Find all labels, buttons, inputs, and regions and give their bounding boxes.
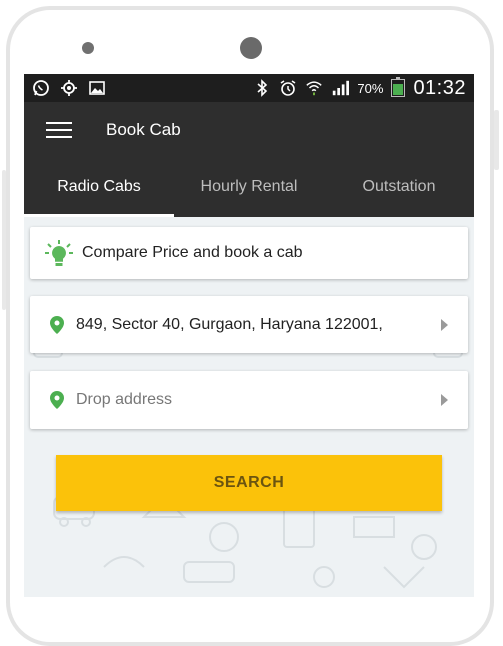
compare-price-card[interactable]: Compare Price and book a cab	[30, 227, 468, 279]
hamburger-menu-icon[interactable]	[46, 121, 72, 138]
pickup-address-field[interactable]: 849, Sector 40, Gurgaon, Haryana 122001,	[30, 296, 468, 353]
drop-address-field[interactable]: Drop address	[30, 371, 468, 429]
page-title: Book Cab	[106, 119, 181, 139]
phone-speaker	[82, 42, 94, 54]
chevron-right-icon	[441, 318, 448, 331]
signal-icon	[331, 79, 350, 97]
phone-camera	[240, 37, 262, 59]
battery-icon	[391, 77, 406, 97]
location-pin-icon	[50, 391, 64, 409]
lightbulb-icon	[44, 238, 74, 268]
alarm-icon	[279, 79, 297, 97]
phone-side-button-left	[2, 170, 6, 310]
whatsapp-icon	[32, 79, 50, 97]
drop-address-placeholder: Drop address	[76, 391, 173, 408]
app-toolbar: Book Cab	[24, 102, 474, 157]
phone-side-button-right	[494, 110, 499, 170]
pickup-address-value: 849, Sector 40, Gurgaon, Haryana 122001,	[76, 315, 383, 333]
search-button[interactable]: SEARCH	[56, 455, 442, 511]
bluetooth-icon	[253, 79, 271, 97]
wifi-icon	[305, 79, 323, 97]
gps-icon	[60, 79, 78, 97]
clock: 01:32	[413, 76, 466, 99]
tab-radio-cabs[interactable]: Radio Cabs	[24, 157, 174, 217]
tab-hourly-rental[interactable]: Hourly Rental	[174, 157, 324, 217]
booking-form: Compare Price and book a cab 849, Sector…	[24, 217, 474, 597]
compare-price-label: Compare Price and book a cab	[82, 244, 303, 261]
chevron-right-icon	[441, 394, 448, 406]
tab-outstation[interactable]: Outstation	[324, 157, 474, 217]
image-icon	[88, 79, 106, 97]
tab-bar: Radio Cabs Hourly Rental Outstation	[24, 157, 474, 217]
status-bar: 70% 01:32	[24, 74, 474, 102]
location-pin-icon	[50, 315, 64, 334]
phone-screen: 70% 01:32 Book Cab Radio Cabs Hourly Ren…	[24, 74, 474, 597]
battery-percent: 70%	[357, 80, 384, 96]
